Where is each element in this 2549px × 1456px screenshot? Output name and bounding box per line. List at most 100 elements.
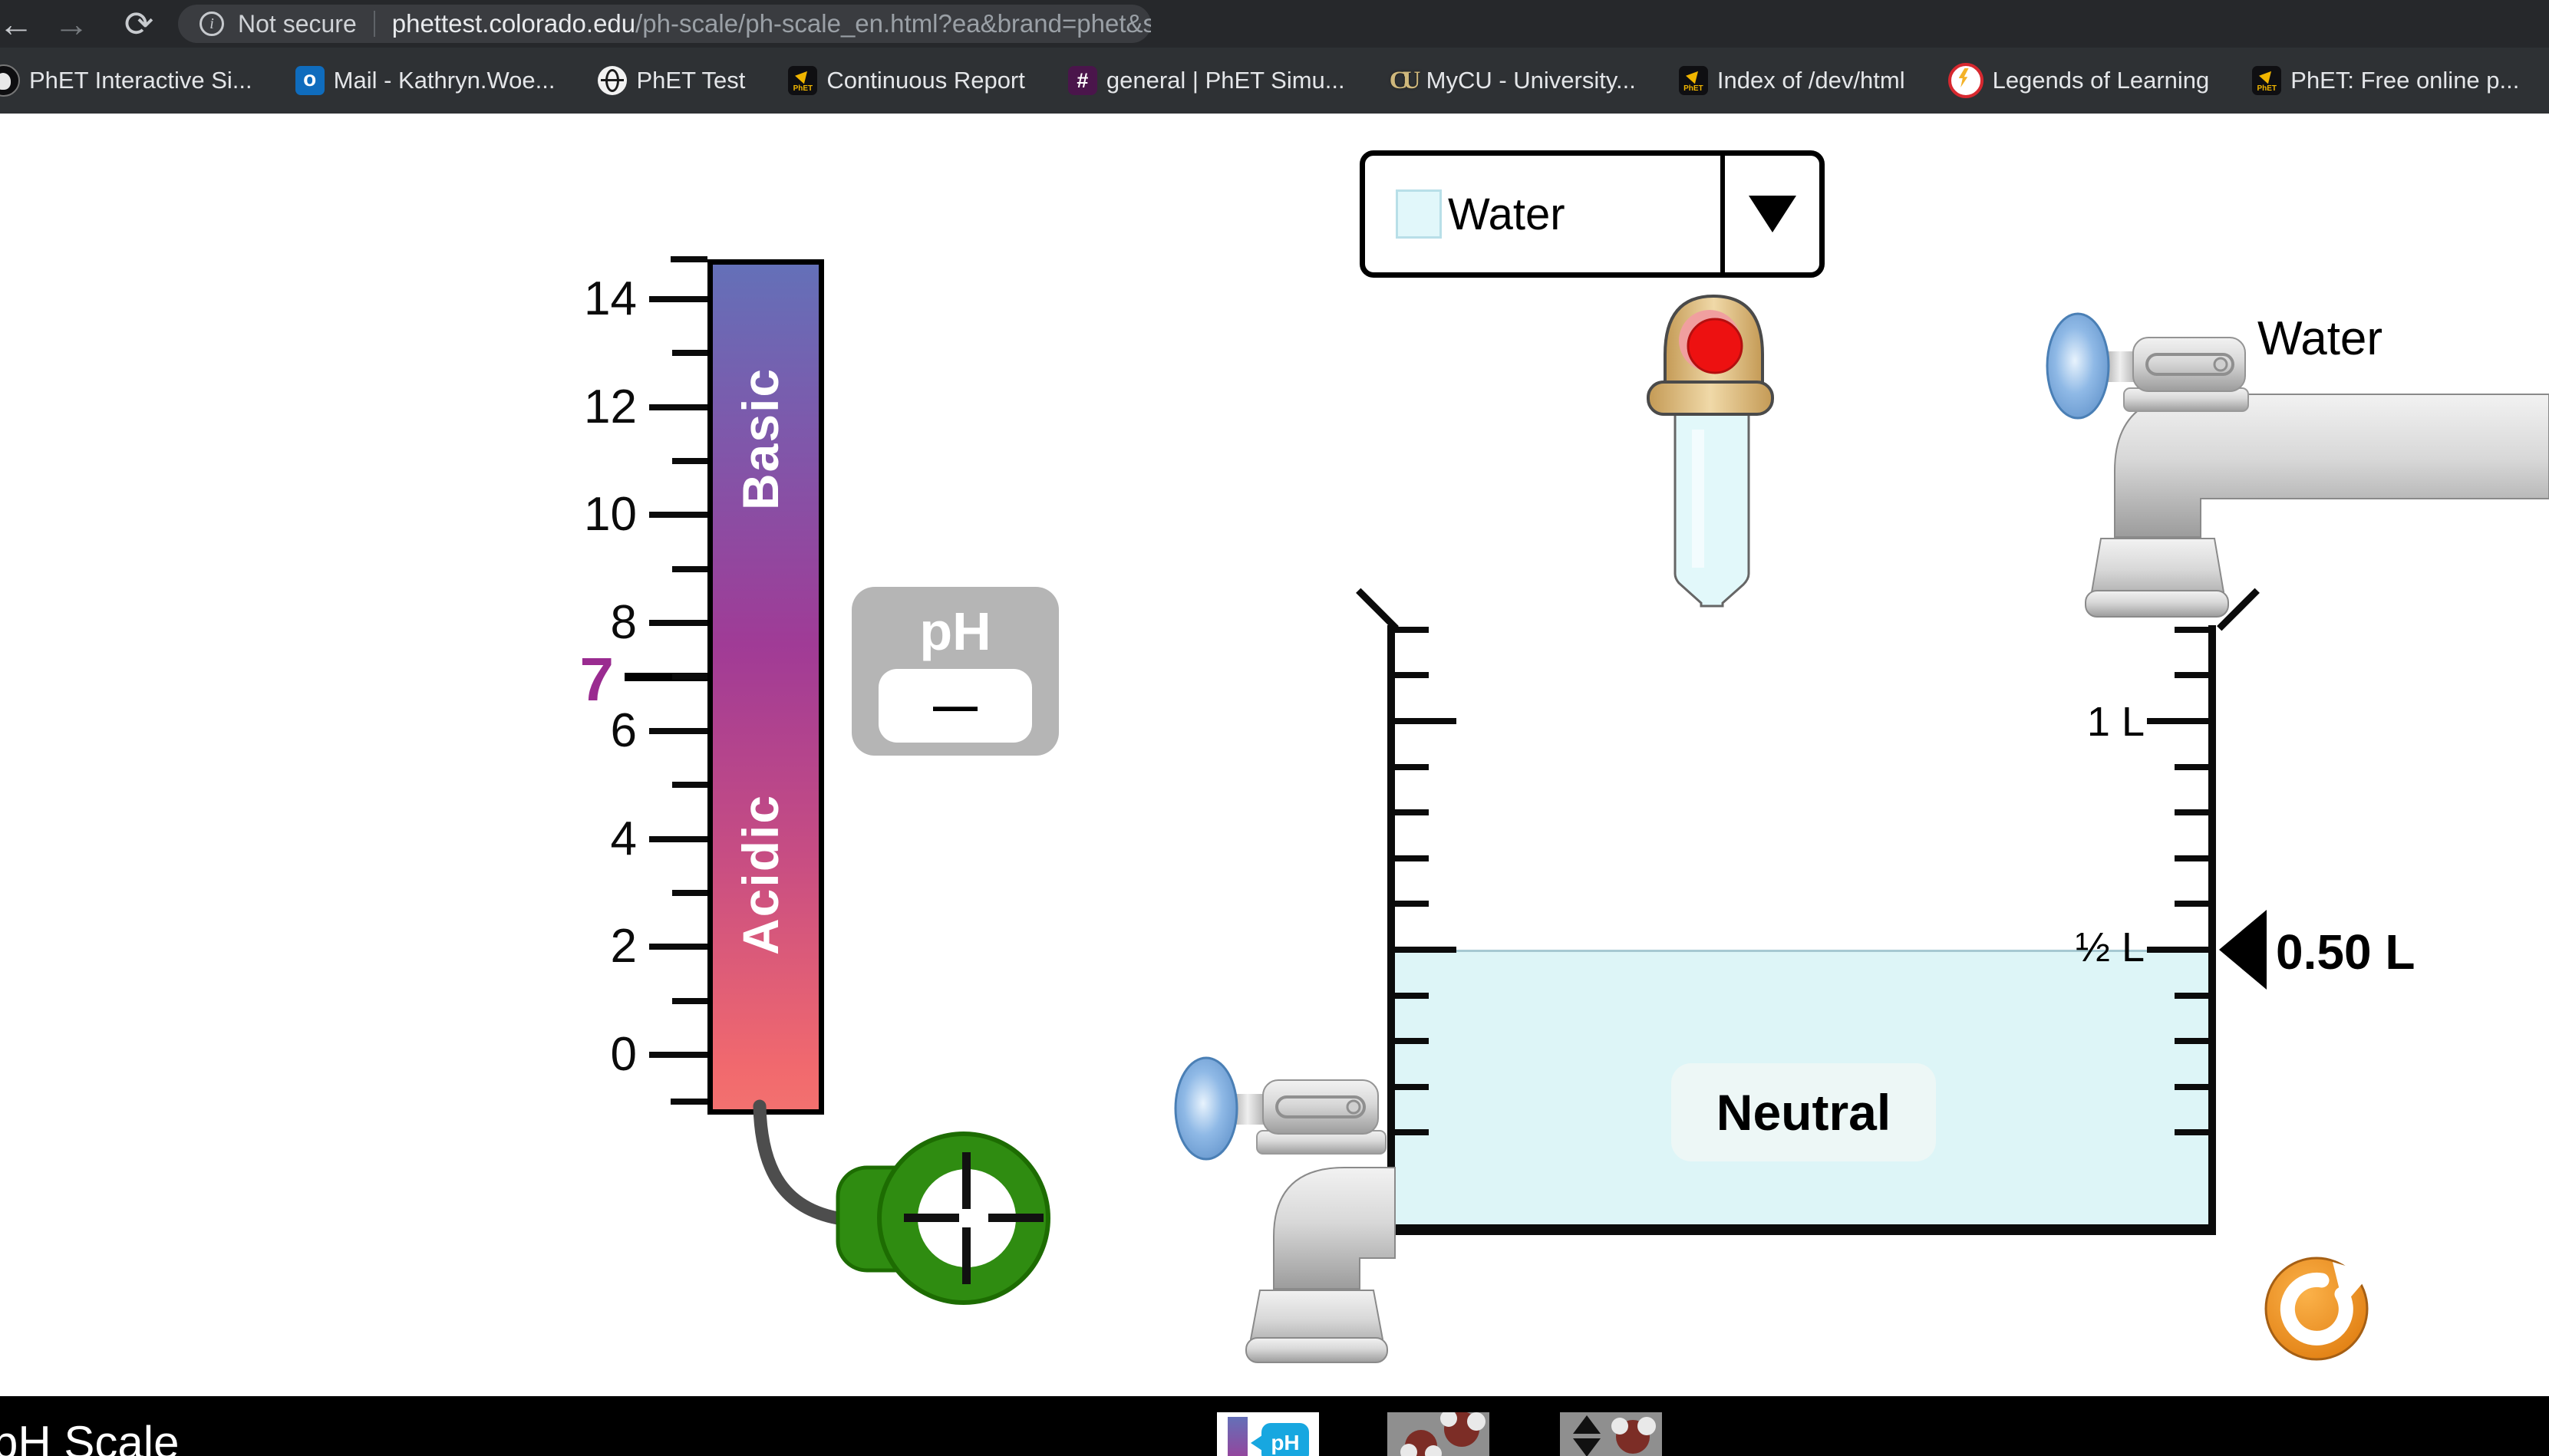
- beaker-tick-mark: [2175, 626, 2208, 633]
- beaker-tick-mark: [1395, 626, 1429, 633]
- reload-button[interactable]: ⟳: [112, 0, 166, 48]
- beaker-tick-mark: [2175, 901, 2208, 908]
- address-bar: ← → ⟳ i Not secure phettest.colorado.edu…: [0, 0, 2549, 48]
- screen-tab-macro[interactable]: pH: [1217, 1412, 1319, 1456]
- browser-window: ← → ⟳ i Not secure phettest.colorado.edu…: [0, 0, 2549, 1456]
- ph-scale-simulation: Water Basic Acidic 7 14 12 10 8 6 4 2 0 pH —: [0, 114, 2549, 1396]
- ph-meter-reading: —: [933, 680, 978, 731]
- ph-tick-mark: [649, 620, 707, 627]
- beaker-tick-mark: [1395, 1083, 1429, 1090]
- bookmark-item[interactable]: Continuous Report: [788, 66, 1025, 95]
- bookmark-item[interactable]: PhET Test: [598, 66, 745, 95]
- blue-knob-icon: [1174, 1056, 1238, 1161]
- beaker-tick-mark: [1395, 947, 1456, 953]
- ph-tick-label: 0: [610, 1028, 637, 1081]
- bookmarks-bar: PhET Interactive Si... Mail - Kathryn.Woe…: [0, 48, 2549, 114]
- ph-tick-mark: [649, 944, 707, 950]
- screen-tab-my-solution[interactable]: [1560, 1412, 1662, 1456]
- bookmark-item[interactable]: general | PhET Simu...: [1067, 66, 1345, 95]
- beaker-tick-mark: [1395, 901, 1429, 908]
- ph-tick-mark: [672, 565, 707, 572]
- water-molecules-icon: [1400, 1412, 1486, 1456]
- ph-tick-mark: [649, 404, 707, 410]
- beaker-tick-mark: [2147, 718, 2208, 724]
- ph-tick-mark: [672, 782, 707, 789]
- beaker-tick-mark: [1395, 855, 1429, 861]
- solute-color-swatch: [1396, 189, 1442, 239]
- forward-button[interactable]: →: [45, 0, 98, 48]
- beaker-tick-mark: [1395, 809, 1429, 816]
- ph-tick-mark: [671, 256, 707, 262]
- cu-favicon-icon: [1388, 66, 1417, 95]
- bookmark-label: PhET: Free online p...: [2290, 67, 2520, 94]
- bookmark-item[interactable]: Legends of Learning: [1947, 63, 2209, 98]
- screen-tab-micro[interactable]: [1387, 1412, 1489, 1456]
- info-icon[interactable]: i: [200, 12, 224, 36]
- basic-region-label: Basic: [732, 367, 789, 510]
- bookmark-item[interactable]: PhET Interactive Si...: [0, 64, 252, 97]
- chevron-down-icon: [1748, 196, 1796, 232]
- ph-tick-mark: [672, 889, 707, 896]
- ph-tick-mark: [649, 835, 707, 842]
- divider: [373, 11, 375, 37]
- ph-tick-label: 12: [584, 380, 637, 433]
- dropper-button[interactable]: [1687, 318, 1743, 374]
- solute-dropdown-value[interactable]: Water: [1365, 156, 1725, 272]
- beaker-tick-mark: [1395, 763, 1429, 770]
- ph-tick-label: 2: [610, 920, 637, 973]
- bookmark-item[interactable]: Mail - Kathryn.Woe...: [295, 66, 555, 95]
- ph-tick-mark: [649, 1052, 707, 1058]
- url-text: phettest.colorado.edu/ph-scale/ph-scale_…: [392, 9, 1151, 38]
- volume-indicator-value: 0.50 L: [2276, 924, 2415, 980]
- beaker-tick-mark: [2175, 809, 2208, 816]
- mini-ph-bubble-icon: pH: [1251, 1423, 1309, 1456]
- beaker-tick-mark: [2175, 763, 2208, 770]
- phet-favicon-icon: [788, 66, 818, 95]
- outlook-favicon-icon: [295, 66, 325, 95]
- bookmark-item[interactable]: PhET: Free online p...: [2252, 66, 2519, 95]
- ph-meter[interactable]: pH —: [852, 587, 1059, 756]
- beaker-tick-mark: [1395, 672, 1429, 679]
- solute-dropdown-label: Water: [1448, 189, 1565, 239]
- ph-meter-display: —: [879, 669, 1032, 743]
- beaker-tick-mark: [2175, 672, 2208, 679]
- lol-favicon-icon: [1947, 63, 1983, 98]
- mini-ph-scale-icon: [1228, 1417, 1248, 1456]
- solute-dropdown-button[interactable]: [1725, 156, 1819, 272]
- ph-tick-mark: [672, 674, 707, 680]
- beaker-tick-mark: [2175, 1083, 2208, 1090]
- solute-dropdown[interactable]: Water: [1360, 150, 1825, 278]
- volume-half-label: ½ L: [2075, 924, 2145, 970]
- ph-tick-mark: [672, 458, 707, 465]
- bookmark-item[interactable]: MyCU - University...: [1388, 66, 1636, 95]
- phet-favicon-icon: [2252, 66, 2282, 95]
- ph-tick-label: 14: [584, 272, 637, 325]
- ph-tick-mark: [649, 727, 707, 734]
- ph-tick-label: 4: [610, 812, 637, 865]
- ph-tick-mark: [649, 512, 707, 519]
- site-favicon-icon: [0, 64, 20, 97]
- ph-tick-mark: [672, 350, 707, 357]
- url-bar[interactable]: i Not secure phettest.colorado.edu/ph-sc…: [178, 5, 1151, 43]
- bookmark-item[interactable]: Index of /dev/html: [1678, 66, 1905, 95]
- ph-tick-mark: [649, 295, 707, 302]
- volume-1l-label: 1 L: [2086, 699, 2145, 745]
- beaker-tick-mark: [1395, 718, 1456, 724]
- phet-favicon-icon: [1678, 66, 1708, 95]
- beaker-tick-mark: [2147, 947, 2208, 953]
- beaker-tick-mark: [1395, 992, 1429, 999]
- beaker-left-rim: [1356, 588, 1399, 631]
- custom-solution-icon: [1573, 1415, 1656, 1456]
- back-button[interactable]: ←: [0, 0, 43, 48]
- bookmark-label: general | PhET Simu...: [1106, 67, 1345, 94]
- slack-favicon-icon: [1067, 66, 1097, 95]
- security-label: Not secure: [238, 9, 357, 38]
- ph-tick-mark: [672, 997, 707, 1004]
- beaker-bottom: [1387, 1224, 2216, 1235]
- beaker-tick-mark: [2175, 1038, 2208, 1045]
- beaker-tick-mark: [2175, 1129, 2208, 1136]
- ph-meter-title: pH: [919, 601, 991, 661]
- sim-title: pH Scale: [0, 1417, 180, 1456]
- ph-tick-mark: [671, 1099, 707, 1105]
- ph-tick-label: 6: [610, 703, 637, 757]
